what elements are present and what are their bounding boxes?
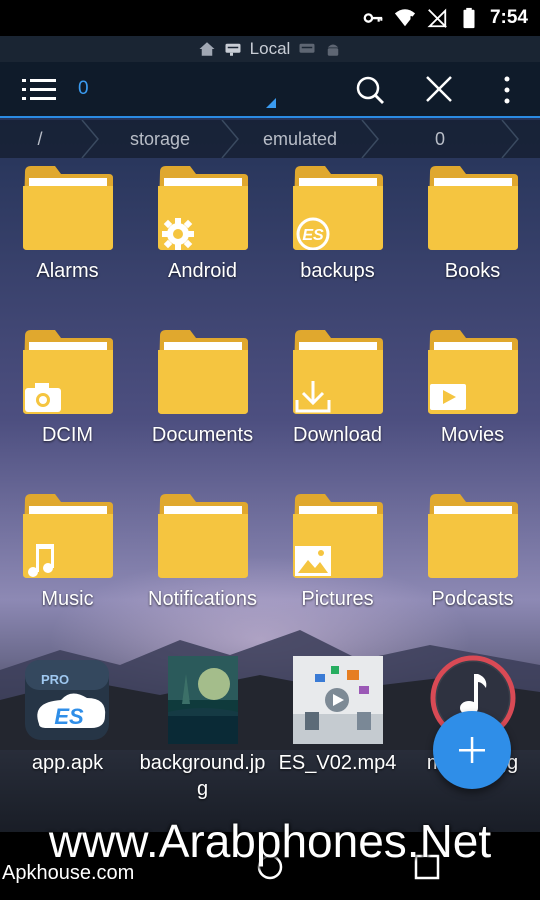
item-name: Download (293, 424, 382, 446)
dropdown-corner-icon (266, 98, 276, 108)
folder-item[interactable]: Music (0, 490, 135, 612)
folder-item[interactable]: Movies (405, 326, 540, 448)
item-name: Alarms (36, 260, 99, 282)
breadcrumb: / storage emulated 0 (0, 120, 540, 158)
search-icon[interactable] (354, 74, 386, 106)
item-name: Notifications (148, 588, 257, 610)
watermark-text: www.Arabphones.Net (48, 815, 492, 867)
vpn-key-icon (363, 13, 383, 23)
location-bar: Local (0, 36, 540, 62)
download-icon (295, 381, 330, 413)
es-logo-icon: ES (296, 217, 329, 250)
watermark-secondary: Apkhouse.com (2, 862, 135, 884)
folder-icon (157, 494, 248, 578)
picture-icon (294, 546, 331, 576)
item-name: Movies (440, 424, 505, 446)
svg-text:PRO: PRO (41, 672, 69, 687)
breadcrumb-emulated[interactable]: emulated (240, 120, 360, 158)
chevron-right-icon (361, 120, 379, 158)
music-note-icon (27, 544, 54, 577)
item-name: Books (444, 260, 501, 282)
folder-item[interactable]: Documents (135, 326, 270, 448)
status-bar: 7:54 (0, 0, 540, 36)
folder-icon (157, 330, 248, 414)
network-icon[interactable] (298, 40, 316, 58)
item-name: Pictures (301, 588, 374, 610)
item-name: Documents (151, 424, 254, 446)
item-name: DCIM (41, 424, 94, 446)
battery-icon (463, 7, 475, 29)
current-folder-label[interactable]: 0 (78, 78, 89, 100)
file-item[interactable]: ES_V02.mp4 (270, 654, 405, 776)
svg-text:ES: ES (54, 704, 84, 729)
folder-icon (427, 494, 518, 578)
breadcrumb-storage[interactable]: storage (100, 120, 220, 158)
item-name: Android (168, 260, 237, 282)
wifi-icon (394, 9, 416, 27)
folder-item[interactable]: ES backups (270, 162, 405, 284)
menu-icon[interactable] (22, 76, 56, 104)
es-pro-app-icon: PRO ES (24, 660, 109, 740)
add-button[interactable] (433, 711, 511, 789)
play-icon (429, 384, 466, 410)
item-name: backups (300, 260, 375, 282)
home-icon[interactable] (198, 40, 216, 58)
item-name: background.jpg (139, 752, 266, 800)
folder-item[interactable]: Android (135, 162, 270, 284)
folder-item[interactable]: DCIM (0, 326, 135, 448)
item-name: Music (41, 588, 94, 610)
image-thumbnail (167, 656, 238, 744)
folder-item[interactable]: Podcasts (405, 490, 540, 612)
no-signal-icon (427, 8, 447, 28)
folder-item[interactable]: Pictures (270, 490, 405, 612)
file-item[interactable]: background.jpg (135, 654, 270, 802)
item-name: Podcasts (431, 588, 514, 610)
chevron-right-icon (221, 120, 239, 158)
plus-icon (459, 737, 485, 763)
breadcrumb-root[interactable]: / (0, 120, 80, 158)
android-icon[interactable] (324, 40, 342, 58)
location-label[interactable]: Local (250, 39, 291, 59)
folder-icon (427, 166, 518, 250)
more-options-icon[interactable] (498, 74, 516, 106)
svg-text:ES: ES (302, 227, 324, 244)
chevron-right-icon (81, 120, 99, 158)
folder-icon (22, 166, 113, 250)
camera-icon (24, 383, 61, 412)
chevron-right-icon (501, 120, 519, 158)
toolbar: 0 (0, 62, 540, 118)
folder-item[interactable]: Notifications (135, 490, 270, 612)
close-icon[interactable] (424, 74, 454, 104)
file-item[interactable]: PRO ES app.apk (0, 654, 135, 776)
breadcrumb-current[interactable]: 0 (380, 120, 500, 158)
status-time: 7:54 (489, 7, 528, 28)
item-name: app.apk (31, 752, 104, 774)
item-name: ES_V02.mp4 (278, 752, 397, 774)
local-storage-icon (225, 43, 241, 56)
folder-item[interactable]: Alarms (0, 162, 135, 284)
gear-icon (161, 218, 194, 250)
video-thumbnail (292, 656, 383, 744)
folder-item[interactable]: Books (405, 162, 540, 284)
folder-item[interactable]: Download (270, 326, 405, 448)
